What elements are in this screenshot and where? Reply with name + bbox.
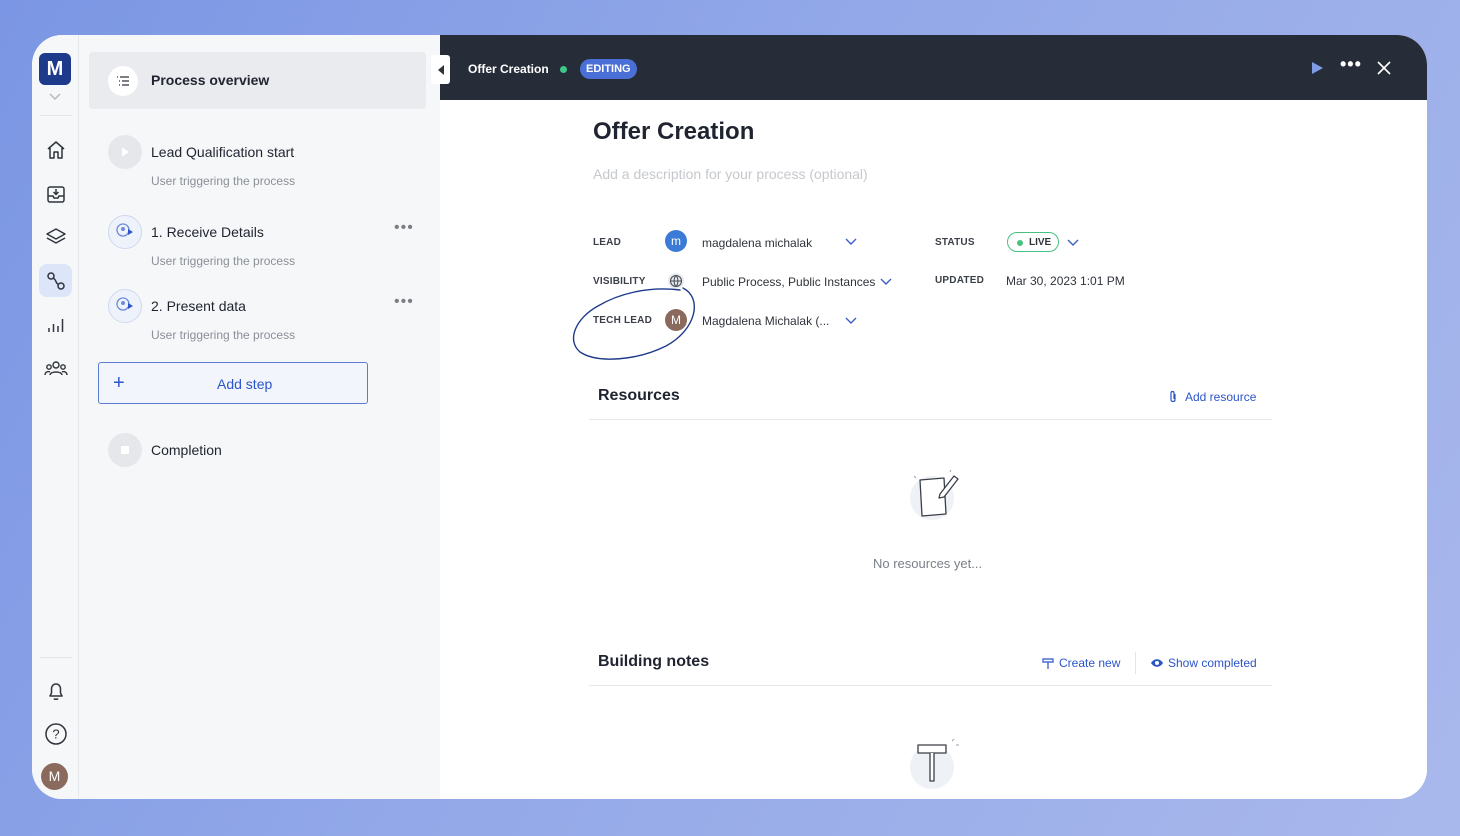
stop-icon <box>108 433 142 467</box>
annotation-circle <box>572 287 695 360</box>
rail-divider <box>40 115 72 116</box>
show-completed-label: Show completed <box>1168 656 1257 670</box>
help-icon[interactable]: ? <box>39 717 72 750</box>
layers-icon[interactable] <box>39 220 72 253</box>
live-dot <box>1017 240 1023 246</box>
process-overview-item[interactable]: Process overview <box>89 52 426 109</box>
caret-left-icon <box>437 64 444 75</box>
close-icon[interactable] <box>1377 61 1391 75</box>
analytics-icon[interactable] <box>39 308 72 341</box>
step-title: Lead Qualification start <box>151 144 295 160</box>
bell-icon[interactable] <box>39 674 72 707</box>
play-icon <box>108 135 142 169</box>
updated-label: UPDATED <box>935 275 984 286</box>
more-options-button[interactable]: ••• <box>1340 54 1362 75</box>
editing-badge: EDITING <box>580 59 637 79</box>
add-step-button[interactable]: + Add step <box>98 362 368 404</box>
steps-panel: Process overview Lead Qualification star… <box>79 35 440 799</box>
visibility-value[interactable]: Public Process, Public Instances <box>702 275 875 289</box>
eye-icon <box>1151 659 1163 667</box>
updated-value: Mar 30, 2023 1:01 PM <box>1006 274 1125 288</box>
hammer-illustration-icon <box>910 738 959 789</box>
empty-resources-text: No resources yet... <box>873 556 983 571</box>
collapse-panel-button[interactable] <box>431 55 450 84</box>
inbox-icon[interactable] <box>39 177 72 210</box>
chevron-down-icon[interactable] <box>1067 239 1079 247</box>
step-item[interactable]: 1. Receive Details User triggering the p… <box>79 215 440 275</box>
top-bar: Offer Creation EDITING ••• <box>440 35 1427 100</box>
step-subtitle: User triggering the process <box>151 254 296 268</box>
svg-text:?: ? <box>52 726 59 741</box>
link-separator <box>1135 652 1136 674</box>
hammer-icon <box>1042 658 1054 669</box>
home-icon[interactable] <box>39 133 72 166</box>
list-icon <box>108 66 138 96</box>
completion-step[interactable]: Completion <box>79 433 440 493</box>
resources-title: Resources <box>598 387 680 404</box>
chevron-down-icon[interactable] <box>880 278 892 286</box>
building-notes-title: Building notes <box>598 653 710 670</box>
paperclip-icon <box>1170 390 1176 403</box>
user-trigger-icon <box>108 289 142 323</box>
step-title: 2. Present data <box>151 298 246 314</box>
description-field[interactable]: Add a description for your process (opti… <box>593 166 868 182</box>
topbar-title: Offer Creation <box>468 62 549 76</box>
play-icon[interactable] <box>1310 61 1324 75</box>
create-new-label: Create new <box>1059 656 1121 670</box>
step-subtitle: User triggering the process <box>151 328 296 342</box>
section-divider <box>589 685 1272 686</box>
step-item[interactable]: 2. Present data User triggering the proc… <box>79 289 440 349</box>
lead-label: LEAD <box>593 237 622 248</box>
note-illustration-icon <box>910 469 959 520</box>
step-title: 1. Receive Details <box>151 224 264 240</box>
status-badge[interactable]: LIVE <box>1007 232 1059 252</box>
step-subtitle: User triggering the process <box>151 174 296 188</box>
step-more-button[interactable]: ••• <box>394 293 414 311</box>
section-divider <box>589 419 1272 420</box>
process-icon[interactable] <box>39 264 72 297</box>
add-resource-label: Add resource <box>1185 390 1257 404</box>
chevron-down-icon[interactable] <box>845 317 857 325</box>
plus-icon: + <box>113 372 125 394</box>
lead-value[interactable]: magdalena michalak <box>702 236 812 250</box>
live-status-dot <box>560 66 567 73</box>
app-window: M ? M Process overview Lead Qualificatio… <box>32 35 1427 799</box>
chevron-down-icon[interactable] <box>47 91 63 103</box>
lead-avatar: m <box>665 230 687 252</box>
icon-rail: M ? M <box>32 35 79 799</box>
status-label: STATUS <box>935 237 975 248</box>
add-step-label: Add step <box>217 376 273 392</box>
completion-label: Completion <box>151 442 222 458</box>
process-detail: Offer Creation EDITING ••• Offer Creatio… <box>431 35 1427 799</box>
process-overview-label: Process overview <box>151 72 270 88</box>
team-icon[interactable] <box>39 352 72 385</box>
page-title: Offer Creation <box>593 118 755 145</box>
step-item[interactable]: Lead Qualification start User triggering… <box>79 135 440 195</box>
tech-lead-value[interactable]: Magdalena Michalak (... <box>702 314 829 328</box>
chevron-down-icon[interactable] <box>845 238 857 246</box>
user-avatar[interactable]: M <box>41 763 68 790</box>
status-value: LIVE <box>1029 237 1052 248</box>
step-more-button[interactable]: ••• <box>394 219 414 237</box>
user-trigger-icon <box>108 215 142 249</box>
rail-divider <box>40 657 72 658</box>
workspace-logo[interactable]: M <box>39 53 71 85</box>
